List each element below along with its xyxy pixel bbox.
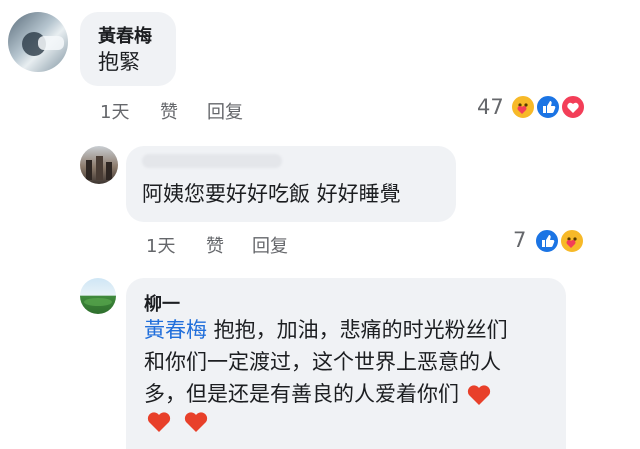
reaction-count[interactable]: 47: [477, 95, 504, 119]
avatar-image: [84, 298, 112, 306]
avatar[interactable]: [80, 146, 118, 184]
heart-icon: [184, 412, 208, 432]
like-button[interactable]: 赞: [206, 232, 224, 258]
love-icon: [560, 94, 586, 120]
care-icon: [510, 94, 536, 120]
comment-text-line: 和你们一定渡过，这个世界上恶意的人: [144, 350, 501, 374]
avatar-image: [86, 156, 112, 180]
heart-icon: [147, 412, 171, 432]
mention-link[interactable]: 黃春梅: [144, 318, 207, 342]
care-icon: [559, 228, 585, 254]
comment-text: 黃春梅 抱抱，加油，悲痛的时光粉丝们: [144, 314, 554, 346]
heart-icon: [467, 385, 490, 405]
heart-row: [146, 410, 209, 438]
avatar-image: [22, 32, 64, 56]
reaction-count[interactable]: 7: [513, 228, 526, 252]
like-icon: [534, 228, 560, 254]
comment-author[interactable]: 黃春梅: [98, 22, 152, 48]
comment-text-line: 抱抱，加油，悲痛的时光粉丝们: [207, 318, 508, 342]
comment-text: 阿姨您要好好吃飯 好好睡覺: [142, 182, 401, 206]
like-icon: [535, 94, 561, 120]
comment-author[interactable]: 柳一: [144, 290, 180, 316]
comment-author-redacted[interactable]: [142, 154, 282, 168]
comment-time[interactable]: 1天: [146, 232, 175, 258]
comment-time[interactable]: 1天: [100, 98, 129, 124]
like-button[interactable]: 赞: [160, 98, 178, 124]
avatar[interactable]: [80, 278, 116, 314]
comment-text-line: 多，但是还是有善良的人爱着你们: [144, 378, 492, 410]
reply-button[interactable]: 回复: [207, 98, 243, 124]
avatar[interactable]: [8, 12, 68, 72]
comment-text: 抱緊: [98, 50, 140, 74]
reply-button[interactable]: 回复: [252, 232, 288, 258]
